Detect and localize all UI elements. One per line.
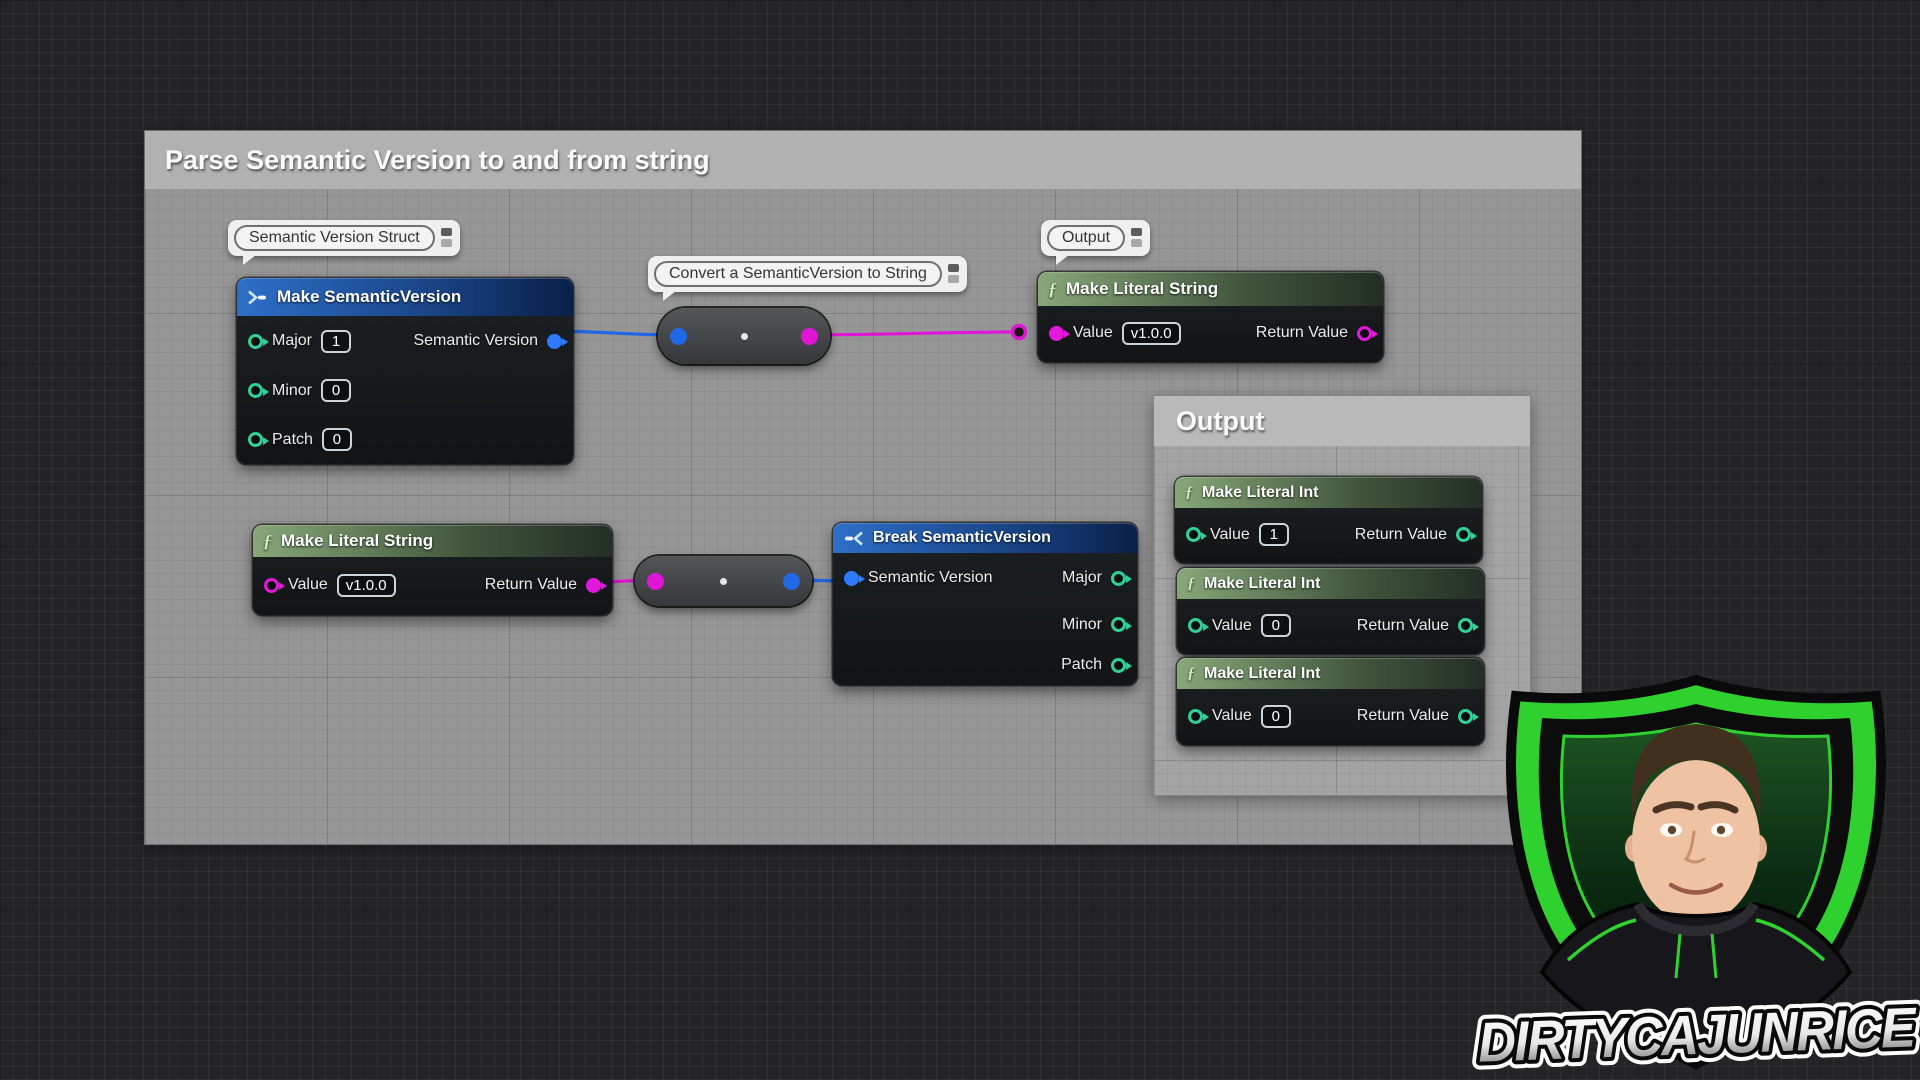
pin-label: Semantic Version: [868, 569, 993, 587]
convert-input-pin[interactable]: [670, 328, 687, 345]
wire-knot[interactable]: [1013, 326, 1026, 339]
pure-function-icon: ƒ: [263, 532, 272, 550]
bubble-pin-icon[interactable]: [1131, 225, 1144, 247]
convert-output-pin[interactable]: [783, 573, 800, 590]
pin-label: Return Value: [1357, 707, 1449, 725]
pin-label: Return Value: [1256, 324, 1348, 342]
pin-return-value-output[interactable]: [586, 578, 601, 593]
pin-minor-input[interactable]: [248, 383, 263, 398]
node-make-literal-int-3[interactable]: ƒ Make Literal Int Value 0 Return Value: [1177, 658, 1484, 745]
pin-return-value-output[interactable]: [1458, 709, 1473, 724]
dirtycajunrice-logo: DIRTYCAJUNRICE DIRTYCAJUNRICE: [1472, 670, 1920, 1080]
bubble-text: Semantic Version Struct: [234, 225, 435, 251]
node-title: Make SemanticVersion: [277, 287, 461, 307]
node-make-semanticversion[interactable]: Make SemanticVersion Major 1 Semantic Ve…: [237, 278, 573, 464]
pin-value-input[interactable]: [264, 578, 279, 593]
node-header[interactable]: ƒ Make Literal Int: [1177, 658, 1484, 689]
pin-minor-output[interactable]: [1111, 617, 1126, 632]
bubble-tail: [1056, 255, 1069, 265]
bubble-tail: [243, 255, 256, 265]
node-header[interactable]: Break SemanticVersion: [833, 523, 1137, 553]
int-value-field[interactable]: 0: [1261, 614, 1291, 637]
node-convert-string-to-semver[interactable]: [635, 556, 812, 606]
pin-patch-output[interactable]: [1111, 658, 1126, 673]
bubble-output[interactable]: Output: [1041, 220, 1150, 256]
pin-patch-input[interactable]: [248, 432, 263, 447]
pin-return-value-output[interactable]: [1357, 326, 1372, 341]
node-title: Make Literal String: [281, 531, 433, 551]
pin-label: Value: [1212, 707, 1252, 725]
pin-label: Major: [272, 332, 312, 350]
string-value-field[interactable]: v1.0.0: [337, 574, 396, 597]
svg-text:DIRTYCAJUNRICE: DIRTYCAJUNRICE: [1477, 995, 1918, 1073]
pin-value-input[interactable]: [1188, 709, 1203, 724]
major-value-field[interactable]: 1: [321, 330, 351, 353]
bubble-text: Convert a SemanticVersion to String: [654, 261, 942, 287]
blueprint-graph-canvas[interactable]: Parse Semantic Version to and from strin…: [0, 0, 1920, 1080]
pin-semantic-version-output[interactable]: [547, 334, 562, 349]
node-header[interactable]: ƒ Make Literal Int: [1177, 568, 1484, 599]
node-header[interactable]: ƒ Make Literal Int: [1175, 477, 1482, 508]
logo-wordmark: DIRTYCAJUNRICE DIRTYCAJUNRICE: [1477, 995, 1918, 1073]
int-value-field[interactable]: 1: [1259, 523, 1289, 546]
pin-value-input[interactable]: [1049, 326, 1064, 341]
pin-value-input[interactable]: [1188, 618, 1203, 633]
pin-label: Minor: [272, 382, 312, 400]
pin-major-input[interactable]: [248, 334, 263, 349]
bubble-pin-icon[interactable]: [441, 225, 454, 247]
node-title: Make Literal String: [1066, 279, 1218, 299]
node-make-literal-string-bottom[interactable]: ƒ Make Literal String Value v1.0.0 Retur…: [253, 525, 612, 615]
pure-function-icon: ƒ: [1185, 485, 1193, 501]
pin-return-value-output[interactable]: [1458, 618, 1473, 633]
pin-label: Minor: [1062, 616, 1102, 634]
pin-label: Return Value: [1355, 526, 1447, 544]
pin-label: Value: [1210, 526, 1250, 544]
pure-function-icon: ƒ: [1187, 576, 1195, 592]
bubble-semantic-version-struct[interactable]: Semantic Version Struct: [228, 220, 460, 256]
pin-label: Return Value: [485, 576, 577, 594]
node-break-semanticversion[interactable]: Break SemanticVersion Semantic Version M…: [833, 523, 1137, 685]
pin-label: Value: [1212, 617, 1252, 635]
pure-function-icon: ƒ: [1048, 280, 1057, 298]
patch-value-field[interactable]: 0: [322, 428, 352, 451]
make-struct-icon: [247, 290, 268, 305]
node-header[interactable]: Make SemanticVersion: [237, 278, 573, 316]
pin-label: Patch: [272, 431, 313, 449]
pin-return-value-output[interactable]: [1456, 527, 1471, 542]
pin-label: Value: [288, 576, 328, 594]
pin-label: Value: [1073, 324, 1113, 342]
node-header[interactable]: ƒ Make Literal String: [1038, 272, 1383, 306]
int-value-field[interactable]: 0: [1261, 705, 1291, 728]
bubble-tail: [663, 291, 676, 301]
node-title: Make Literal Int: [1202, 484, 1318, 502]
node-make-literal-int-1[interactable]: ƒ Make Literal Int Value 1 Return Value: [1175, 477, 1482, 563]
node-title: Make Literal Int: [1204, 575, 1320, 593]
pin-label: Semantic Version: [413, 332, 538, 350]
node-make-literal-int-2[interactable]: ƒ Make Literal Int Value 0 Return Value: [1177, 568, 1484, 654]
node-convert-semver-to-string[interactable]: [658, 308, 830, 364]
string-value-field[interactable]: v1.0.0: [1122, 322, 1181, 345]
pin-major-output[interactable]: [1111, 571, 1126, 586]
bubble-text: Output: [1047, 225, 1125, 251]
break-struct-icon: [843, 531, 864, 546]
convert-dot-icon: [741, 333, 748, 340]
convert-dot-icon: [720, 578, 727, 585]
node-make-literal-string-top[interactable]: ƒ Make Literal String Value v1.0.0 Retur…: [1038, 272, 1383, 362]
pin-label: Patch: [1061, 656, 1102, 674]
node-title: Break SemanticVersion: [873, 529, 1051, 547]
pin-label: Major: [1062, 569, 1102, 587]
minor-value-field[interactable]: 0: [321, 379, 351, 402]
node-header[interactable]: ƒ Make Literal String: [253, 525, 612, 557]
convert-input-pin[interactable]: [647, 573, 664, 590]
pin-value-input[interactable]: [1186, 527, 1201, 542]
pin-label: Return Value: [1357, 617, 1449, 635]
pure-function-icon: ƒ: [1187, 666, 1195, 682]
convert-output-pin[interactable]: [801, 328, 818, 345]
pin-semantic-version-input[interactable]: [844, 571, 859, 586]
bubble-pin-icon[interactable]: [948, 261, 961, 283]
bubble-convert-semver-to-string[interactable]: Convert a SemanticVersion to String: [648, 256, 967, 292]
node-title: Make Literal Int: [1204, 665, 1320, 683]
